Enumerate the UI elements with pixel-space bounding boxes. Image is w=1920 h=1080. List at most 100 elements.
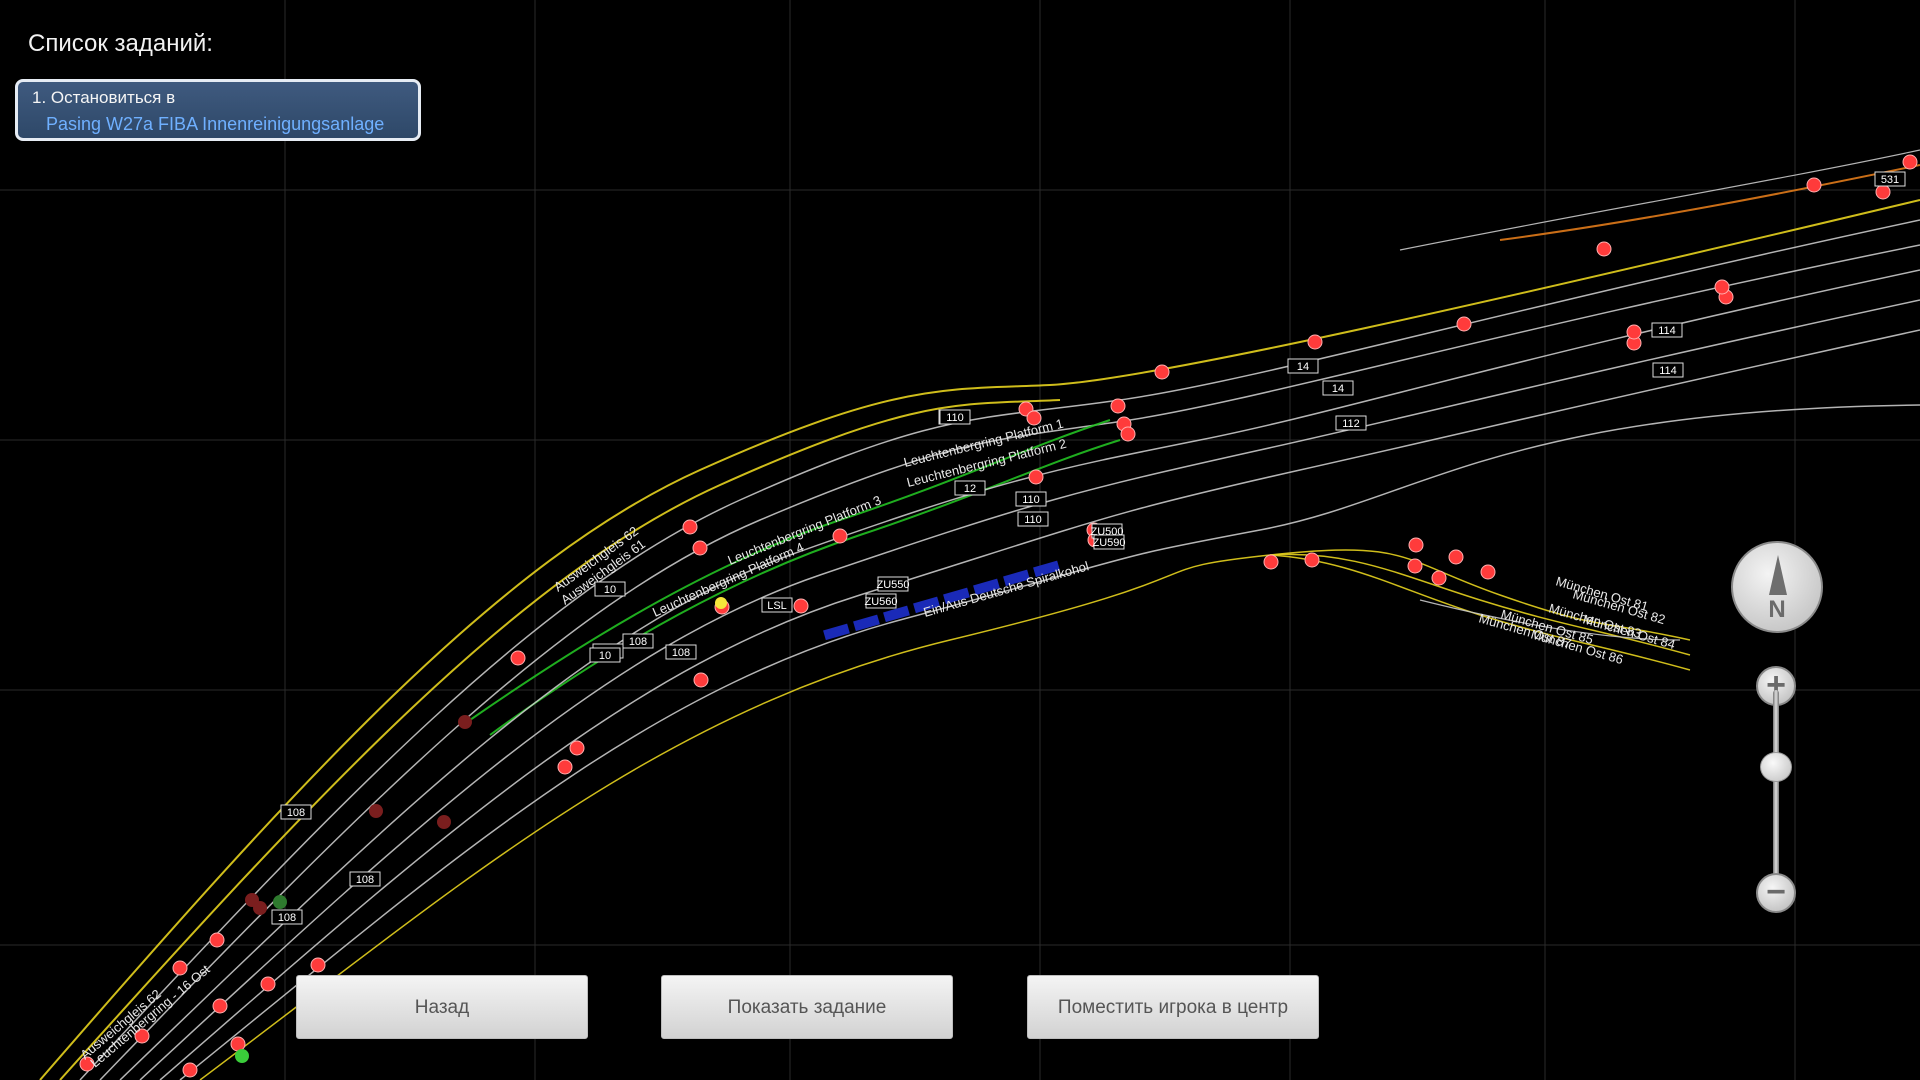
speed-sign-label: 14 — [1297, 361, 1309, 373]
track-line — [119, 269, 1920, 1080]
speed-sign-label: 114 — [1658, 325, 1676, 337]
speed-sign-icon: 110 — [1017, 511, 1049, 527]
speed-sign-icon: 14 — [1287, 358, 1319, 374]
speed-sign-icon: 10 — [594, 581, 626, 597]
track-line — [1499, 164, 1920, 241]
compass-needle — [1769, 555, 1787, 595]
track-line — [79, 219, 1920, 1080]
signal-red-icon — [172, 960, 188, 976]
signal-inactive-icon — [437, 815, 451, 829]
speed-sign-label: 108 — [287, 807, 305, 819]
signal-red-icon — [1902, 154, 1918, 170]
track-line — [1399, 149, 1920, 251]
compass-letter: N — [1768, 596, 1786, 623]
signal-red-icon — [793, 598, 809, 614]
speed-sign-label: ZU550 — [876, 579, 909, 591]
zoom-slider-track[interactable] — [1773, 690, 1779, 880]
track-name-label: Leuchtenbergring - 16 Ost — [87, 961, 213, 1070]
speed-sign-icon: 108 — [349, 871, 381, 887]
speed-sign-icon: 108 — [280, 804, 312, 820]
signal-red-icon — [692, 540, 708, 556]
speed-sign-label: 10 — [599, 650, 611, 662]
speed-sign-icon: ZU560 — [864, 593, 898, 609]
speed-sign-icon: 108 — [622, 633, 654, 649]
speed-sign-icon: 112 — [1335, 415, 1367, 431]
speed-sign-icon: ZU550 — [876, 576, 910, 592]
signal-red-icon — [1304, 552, 1320, 568]
signal-red-icon — [1480, 564, 1496, 580]
signal-red-icon — [212, 998, 228, 1014]
show-task-button[interactable]: Показать задание — [661, 975, 953, 1039]
speed-sign-label: ZU590 — [1092, 537, 1125, 549]
train-car — [823, 623, 850, 641]
speed-sign-icon: ZU590 — [1092, 534, 1126, 550]
signal-red-icon — [1806, 177, 1822, 193]
speed-sign-label: 14 — [1332, 383, 1344, 395]
signal-red-icon — [569, 740, 585, 756]
signal-red-icon — [1408, 537, 1424, 553]
speed-sign-icon: 114 — [1652, 362, 1684, 378]
speed-sign-icon: 14 — [1322, 380, 1354, 396]
signal-red-icon — [230, 1036, 246, 1052]
signal-yellow-icon — [715, 597, 727, 609]
signal-green-icon — [235, 1049, 249, 1063]
signal-red-icon — [1407, 558, 1423, 574]
signal-red-icon — [1431, 570, 1447, 586]
signal-red-icon — [682, 519, 698, 535]
speed-sign-label: 114 — [1659, 365, 1677, 377]
speed-sign-label: 12 — [964, 483, 976, 495]
signal-red-icon — [1714, 279, 1730, 295]
speed-sign-label: 108 — [629, 636, 647, 648]
speed-sign-icon: 114 — [1651, 322, 1683, 338]
speed-sign-label: 108 — [356, 874, 374, 886]
task-item[interactable]: 1. Остановиться в Pasing W27a FIBA Innen… — [15, 79, 421, 141]
speed-sign-label: 108 — [278, 912, 296, 924]
signal-red-icon — [557, 759, 573, 775]
zoom-out-minus-icon[interactable]: − — [1756, 873, 1796, 913]
signal-red-icon — [1875, 184, 1891, 200]
speed-sign-label: 110 — [946, 412, 964, 424]
speed-sign-label: 10 — [604, 584, 616, 596]
signal-red-icon — [1448, 549, 1464, 565]
signal-red-icon — [832, 528, 848, 544]
signal-red-icon — [693, 672, 709, 688]
compass-north-icon[interactable]: N — [1731, 541, 1823, 633]
speed-sign-label: LSL — [767, 600, 787, 612]
signal-red-icon — [310, 957, 326, 973]
speed-signs: 1101101101101010101081081081081081214141… — [271, 171, 1906, 925]
zoom-slider-handle[interactable] — [1760, 752, 1792, 782]
speed-sign-icon: LSL — [761, 597, 793, 613]
signal-green-icon — [273, 895, 287, 909]
speed-sign-icon: 110 — [939, 409, 971, 425]
track-map[interactable]: Leuchtenbergring Platform 1Leuchtenbergr… — [0, 0, 1920, 1080]
signal-red-icon — [1028, 469, 1044, 485]
signal-red-icon — [209, 932, 225, 948]
speed-sign-icon: 10 — [589, 647, 621, 663]
track-line — [99, 244, 1920, 1080]
signal-red-icon — [182, 1062, 198, 1078]
speed-sign-icon: 108 — [271, 909, 303, 925]
speed-sign-label: 112 — [1342, 418, 1360, 430]
speed-sign-icon: 110 — [1015, 491, 1047, 507]
signal-red-icon — [260, 976, 276, 992]
speed-sign-label: 110 — [1024, 514, 1042, 526]
signal-red-icon — [1596, 241, 1612, 257]
signal-red-icon — [1110, 398, 1126, 414]
signal-red-icon — [1120, 426, 1136, 442]
signal-red-icon — [1263, 554, 1279, 570]
signal-inactive-icon — [253, 901, 267, 915]
speed-sign-icon: 531 — [1874, 171, 1906, 187]
signal-red-icon — [510, 650, 526, 666]
center-player-button[interactable]: Поместить игрока в центр — [1027, 975, 1319, 1039]
train-car — [853, 614, 880, 632]
signal-red-icon — [1626, 324, 1642, 340]
task-item-destination: Pasing W27a FIBA Innenreinigungsanlage — [46, 114, 385, 134]
speed-sign-icon: 108 — [665, 644, 697, 660]
signal-inactive-icon — [458, 715, 472, 729]
task-list-title: Список заданий: — [28, 30, 213, 57]
speed-sign-label: 108 — [672, 647, 690, 659]
speed-sign-label: ZU560 — [864, 596, 897, 608]
back-button[interactable]: Назад — [296, 975, 588, 1039]
signal-red-icon — [1154, 364, 1170, 380]
task-item-action: 1. Остановиться в — [32, 88, 176, 107]
